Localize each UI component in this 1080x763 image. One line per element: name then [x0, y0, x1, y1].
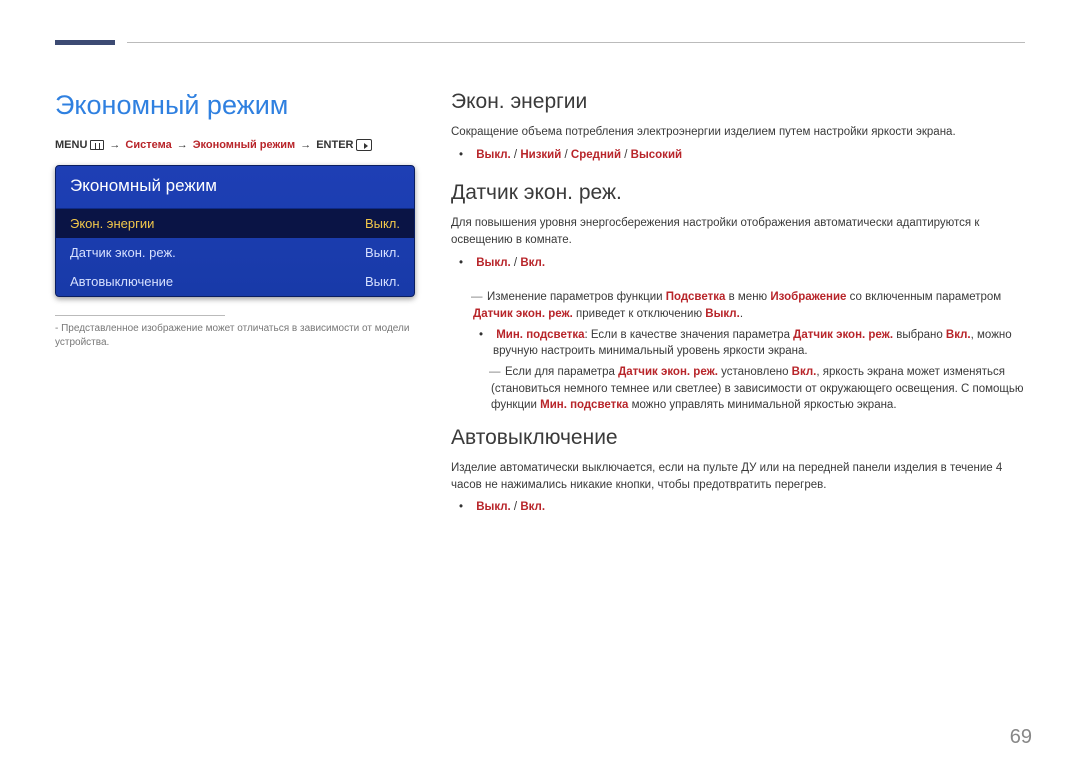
menu-icon [90, 140, 104, 150]
menu-card: Экономный режим Экон. энергии Выкл. Датч… [55, 165, 415, 297]
section-autooff-desc: Изделие автоматически выключается, если … [451, 460, 1025, 493]
enter-icon [356, 139, 372, 151]
section-sensor-desc: Для повышения уровня энергосбережения на… [451, 215, 1025, 248]
section-energy-title: Экон. энергии [451, 90, 1025, 114]
section-energy-options: Выкл. / Низкий / Средний / Высокий [473, 147, 1025, 164]
menu-row-autooff[interactable]: Автовыключение Выкл. [56, 267, 414, 296]
arrow-icon: → [107, 139, 122, 151]
header-rule [55, 40, 1025, 60]
section-sensor-note-1: ―Изменение параметров функции Подсветка … [473, 289, 1025, 322]
section-autooff-options: Выкл. / Вкл. [473, 499, 1025, 516]
menu-row-value: Выкл. [365, 216, 400, 231]
breadcrumb-enter: ENTER [316, 139, 353, 151]
section-autooff-title: Автовыключение [451, 426, 1025, 450]
page-title: Экономный режим [55, 90, 415, 121]
section-sensor-title: Датчик экон. реж. [451, 181, 1025, 205]
footnote-rule [55, 315, 225, 316]
breadcrumb-step-2: Экономный режим [193, 139, 296, 151]
breadcrumb-step-1: Система [125, 139, 171, 151]
menu-row-value: Выкл. [365, 274, 400, 289]
menu-row-sensor[interactable]: Датчик экон. реж. Выкл. [56, 238, 414, 267]
page-number: 69 [1010, 726, 1032, 749]
menu-row-label: Автовыключение [70, 274, 173, 289]
menu-row-label: Экон. энергии [70, 216, 154, 231]
footnote: Представленное изображение может отличат… [55, 322, 415, 349]
breadcrumb-menu: MENU [55, 139, 87, 151]
menu-row-value: Выкл. [365, 245, 400, 260]
section-sensor-note-2: ―Если для параметра Датчик экон. реж. ус… [491, 364, 1025, 414]
menu-row-energy[interactable]: Экон. энергии Выкл. [56, 209, 414, 238]
section-energy-desc: Сокращение объема потребления электроэне… [451, 124, 1025, 141]
section-sensor-options: Выкл. / Вкл. [473, 255, 1025, 272]
breadcrumb: MENU → Система → Экономный режим → ENTER [55, 139, 415, 151]
arrow-icon: → [175, 139, 190, 151]
section-sensor-sub-1: Мин. подсветка: Если в качестве значения… [493, 327, 1025, 360]
menu-row-label: Датчик экон. реж. [70, 245, 176, 260]
menu-card-header: Экономный режим [56, 166, 414, 209]
arrow-icon: → [298, 139, 313, 151]
